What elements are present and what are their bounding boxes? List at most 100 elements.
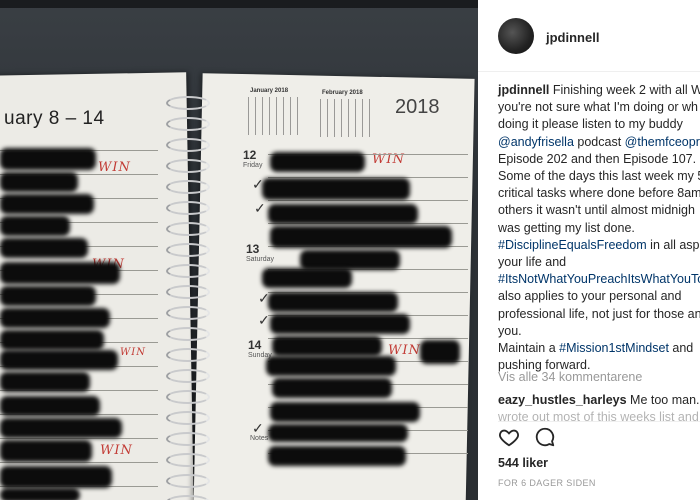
- ruled-line: [0, 438, 158, 439]
- caption-line: your life and: [498, 254, 700, 271]
- view-all-comments-link[interactable]: Vis alle 34 kommentarene: [498, 370, 642, 384]
- caption-line: Maintain a #Mission1stMindset and: [498, 340, 700, 357]
- post-side-panel: jpdinnell jpdinnell Finishing week 2 wit…: [478, 0, 700, 500]
- caption-line: doing it please listen to my buddy: [498, 116, 700, 133]
- redaction-mark: [420, 340, 460, 364]
- caption-text: your life and: [498, 255, 567, 270]
- redaction-mark: [0, 330, 104, 350]
- spiral-ring: [166, 327, 210, 341]
- spiral-ring: [166, 285, 210, 299]
- mini-calendar-january: [248, 97, 300, 135]
- redaction-mark: [0, 308, 110, 328]
- redaction-mark: [0, 286, 96, 306]
- caption-line: Some of the days this last week my 5: [498, 168, 700, 185]
- caption-line: Episode 202 and then Episode 107.: [498, 151, 700, 168]
- redaction-mark: [0, 148, 96, 170]
- calendar-month-february: February 2018: [322, 90, 363, 96]
- caption-text: also applies to your personal and: [498, 289, 682, 304]
- redaction-mark: [266, 356, 396, 376]
- spiral-ring: [166, 390, 210, 404]
- handwritten-win-6: WIN: [388, 343, 421, 358]
- caption-text: in all aspe: [650, 237, 700, 252]
- caption-text: critical tasks where done before 8am: [498, 186, 700, 201]
- caption-link[interactable]: @andyfrisella: [498, 135, 574, 149]
- redaction-mark: [268, 204, 418, 224]
- redaction-mark: [300, 250, 400, 270]
- spiral-ring: [166, 201, 210, 215]
- caption-line: #DisciplineEqualsFreedom in all aspe: [498, 237, 700, 254]
- comment-text-continued: wrote out most of this weeks list and: [498, 410, 699, 424]
- planner-year: 2018: [395, 96, 440, 118]
- caption-link[interactable]: #DisciplineEqualsFreedom: [498, 238, 647, 252]
- ruled-line: [268, 200, 468, 201]
- caption-line: others it wasn't until almost midnigh: [498, 202, 700, 219]
- caption-line: was getting my list done.: [498, 220, 700, 237]
- caption-text: Maintain a: [498, 341, 560, 356]
- day-number-14: 14: [248, 338, 262, 352]
- caption-text: Episode 202 and then Episode 107.: [498, 151, 697, 166]
- spiral-ring: [166, 348, 210, 362]
- caption-link[interactable]: #Mission1stMindset: [559, 341, 669, 355]
- day-number-12: 12: [243, 148, 257, 162]
- caption-text: you.: [498, 323, 522, 338]
- day-number-13: 13: [246, 242, 260, 256]
- spiral-ring: [166, 138, 210, 152]
- redaction-mark: [268, 446, 406, 466]
- redaction-mark: [0, 172, 78, 192]
- redaction-mark: [0, 194, 94, 214]
- spiral-ring: [166, 159, 210, 173]
- caption-line: you.: [498, 323, 700, 340]
- comment-icon[interactable]: [534, 426, 556, 448]
- post-caption: jpdinnell Finishing week 2 with all Wyou…: [498, 82, 700, 374]
- caption-text: and: [668, 341, 694, 356]
- caption-line: critical tasks where done before 8am: [498, 185, 700, 202]
- like-count[interactable]: 544 liker: [498, 456, 548, 470]
- spiral-ring: [166, 306, 210, 320]
- spiral-ring: [166, 243, 210, 257]
- spiral-ring: [166, 432, 210, 446]
- redaction-mark: [0, 216, 70, 236]
- spiral-ring: [166, 411, 210, 425]
- comment-username[interactable]: eazy_hustles_harleys: [498, 393, 627, 407]
- redaction-mark: [270, 226, 452, 248]
- caption-line: @andyfrisella podcast @themfceopr: [498, 134, 700, 151]
- caption-text: you're not sure what I'm doing or wh: [498, 100, 699, 115]
- handwritten-win-4: WIN: [100, 443, 133, 458]
- heart-icon[interactable]: [498, 426, 520, 448]
- avatar[interactable]: [498, 18, 534, 54]
- caption-line: jpdinnell Finishing week 2 with all W: [498, 82, 700, 99]
- caption-text: professional life, not just for those an: [498, 306, 700, 321]
- caption-username[interactable]: jpdinnell: [498, 83, 549, 97]
- caption-line: also applies to your personal and: [498, 288, 700, 305]
- caption-line: professional life, not just for those an: [498, 306, 700, 323]
- caption-text: was getting my list done.: [498, 220, 635, 235]
- mini-calendar-february: [320, 99, 372, 137]
- spiral-ring: [166, 180, 210, 194]
- caption-line: you're not sure what I'm doing or wh: [498, 99, 700, 116]
- redaction-mark: [270, 402, 420, 422]
- author-username[interactable]: jpdinnell: [546, 30, 599, 45]
- caption-link[interactable]: @themfceopr: [625, 135, 700, 149]
- caption-link[interactable]: #ItsNotWhatYouPreachItsWhatYouTo: [498, 272, 700, 286]
- caption-text: Finishing week 2 with all W: [549, 83, 700, 97]
- redaction-mark: [262, 178, 410, 200]
- redaction-mark: [272, 336, 382, 356]
- ruled-line: [0, 462, 158, 463]
- caption-text: others it wasn't until almost midnigh: [498, 203, 695, 218]
- photo-top-strip: [0, 0, 478, 8]
- day-name-saturday: Saturday: [246, 256, 275, 263]
- check-mark-icon: ✓: [254, 200, 266, 216]
- redaction-mark: [0, 372, 90, 392]
- redaction-mark: [270, 314, 410, 334]
- post-timestamp[interactable]: FOR 6 DAGER SIDEN: [498, 478, 596, 488]
- redaction-mark: [0, 418, 122, 438]
- spiral-ring: [166, 474, 210, 488]
- spiral-ring: [166, 96, 210, 110]
- post-photo[interactable]: uary 8 – 14 2018 January 2018 February 2…: [0, 0, 478, 500]
- spiral-ring: [166, 453, 210, 467]
- redaction-mark: [0, 466, 112, 488]
- spiral-ring: [166, 222, 210, 236]
- redaction-mark: [268, 424, 408, 442]
- week-range-label: uary 8 – 14: [4, 108, 105, 129]
- post-header: jpdinnell: [478, 0, 700, 72]
